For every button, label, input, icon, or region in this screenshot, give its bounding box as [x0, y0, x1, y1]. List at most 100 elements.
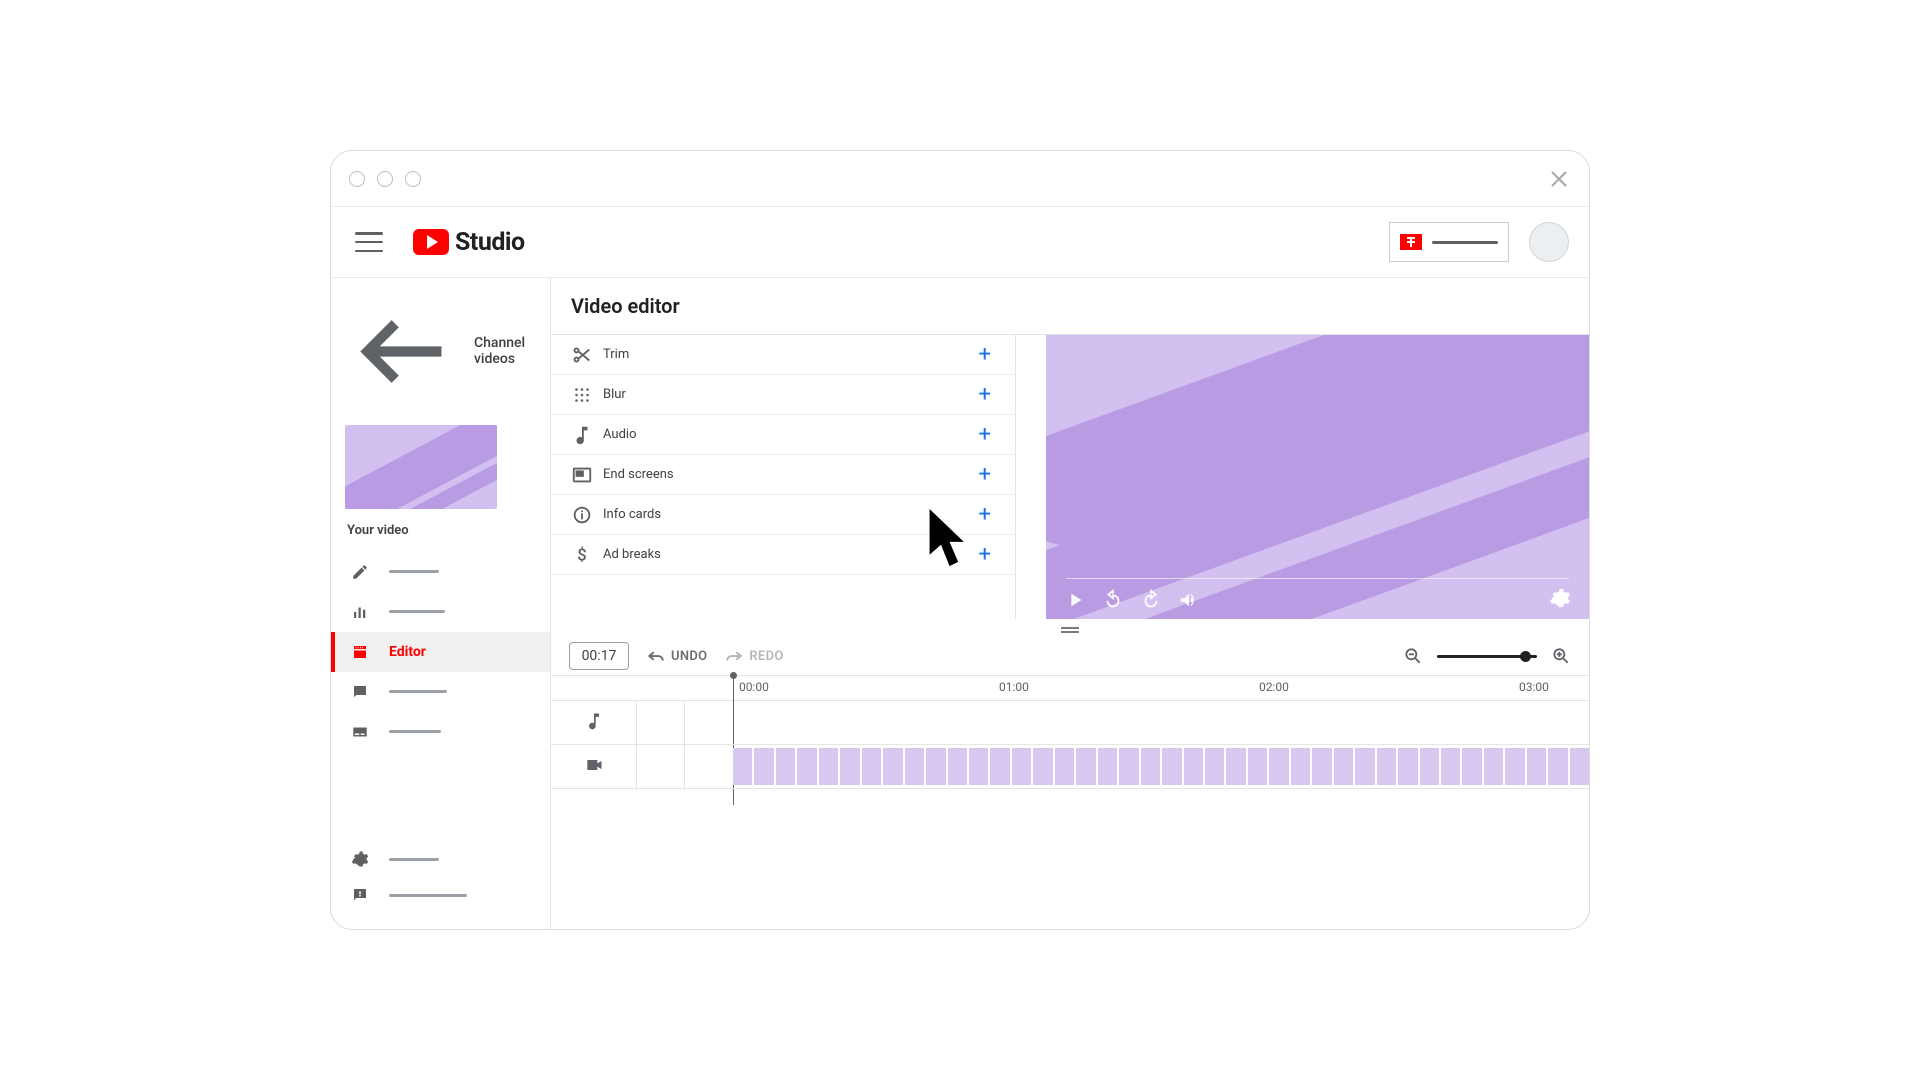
window-dot[interactable] [377, 171, 393, 187]
add-info-card-button[interactable]: + [975, 502, 995, 527]
sidebar-item-subtitles[interactable] [331, 712, 550, 752]
add-trim-button[interactable]: + [975, 342, 995, 367]
video-track[interactable] [551, 745, 1589, 789]
add-ad-break-button[interactable]: + [975, 542, 995, 567]
video-icon [584, 755, 604, 779]
tool-label: Ad breaks [603, 547, 661, 562]
tool-audio[interactable]: Audio + [551, 415, 1015, 455]
editor-top-area: Trim + Blur + Audio + [551, 335, 1589, 619]
rewind-icon[interactable] [1102, 589, 1124, 611]
info-icon [571, 504, 593, 526]
preview-area [1016, 335, 1589, 619]
sidebar-item-analytics[interactable] [331, 592, 550, 632]
resize-handle[interactable] [551, 619, 1589, 637]
video-clip-strip[interactable] [733, 748, 1589, 785]
undo-button[interactable]: UNDO [647, 649, 707, 664]
your-video-label: Your video [331, 517, 550, 552]
placeholder-line [389, 610, 445, 613]
video-thumbnail[interactable] [331, 417, 550, 517]
close-icon[interactable] [1547, 167, 1571, 191]
back-label: Channel videos [474, 335, 532, 367]
gear-icon [349, 850, 371, 868]
workspace: Channel videos Your video Editor [331, 278, 1589, 929]
blur-grid-icon [571, 384, 593, 406]
sidebar-item-comments[interactable] [331, 672, 550, 712]
volume-icon[interactable] [1178, 589, 1200, 611]
zoom-slider[interactable] [1437, 655, 1537, 658]
time-mark: 02:00 [1259, 680, 1289, 694]
add-blur-button[interactable]: + [975, 382, 995, 407]
add-end-screen-button[interactable]: + [975, 462, 995, 487]
undo-label: UNDO [671, 649, 707, 664]
zoom-out-icon[interactable] [1403, 646, 1423, 666]
undo-icon [647, 649, 665, 663]
arrow-left-icon [349, 296, 460, 407]
timeline-controls: UNDO REDO [551, 637, 1589, 675]
subtitles-icon [349, 723, 371, 741]
audio-track[interactable] [551, 701, 1589, 745]
tool-trim[interactable]: Trim + [551, 335, 1015, 375]
add-audio-button[interactable]: + [975, 422, 995, 447]
logo-text: Studio [455, 228, 525, 257]
analytics-icon [349, 603, 371, 621]
tool-end-screens[interactable]: End screens + [551, 455, 1015, 495]
scissors-icon [571, 344, 593, 366]
studio-logo[interactable]: Studio [413, 228, 525, 257]
youtube-icon [413, 229, 449, 255]
tool-info-cards[interactable]: Info cards + [551, 495, 1015, 535]
redo-button[interactable]: REDO [725, 649, 783, 664]
time-mark: 01:00 [999, 680, 1029, 694]
pencil-icon [349, 563, 371, 581]
comments-icon [349, 683, 371, 701]
placeholder-line [1432, 241, 1498, 244]
sidebar-item-settings[interactable] [331, 841, 550, 877]
feedback-icon [349, 886, 371, 904]
tool-label: Info cards [603, 507, 661, 522]
forward-icon[interactable] [1140, 589, 1162, 611]
tool-label: End screens [603, 467, 674, 482]
app-window: Studio Channel videos Your video [330, 150, 1590, 930]
tool-ad-breaks[interactable]: $ Ad breaks + [551, 535, 1015, 575]
progress-line[interactable] [1066, 578, 1569, 579]
dollar-icon: $ [571, 544, 593, 566]
zoom-in-icon[interactable] [1551, 646, 1571, 666]
tool-blur[interactable]: Blur + [551, 375, 1015, 415]
redo-label: REDO [749, 649, 783, 664]
sidebar-item-details[interactable] [331, 552, 550, 592]
avatar[interactable] [1529, 222, 1569, 262]
video-preview[interactable] [1046, 335, 1589, 619]
tool-label: Audio [603, 427, 636, 442]
svg-text:$: $ [577, 546, 586, 565]
window-dot[interactable] [349, 171, 365, 187]
app-header: Studio [331, 207, 1589, 277]
back-to-channel-videos[interactable]: Channel videos [331, 286, 550, 417]
sidebar-nav: Editor [331, 552, 550, 833]
sidebar-footer [331, 833, 550, 929]
tool-list: Trim + Blur + Audio + [551, 335, 1016, 619]
time-mark: 03:00 [1519, 680, 1549, 694]
end-screen-icon [571, 464, 593, 486]
timeline-ruler[interactable]: 00:00 01:00 02:00 03:00 [551, 675, 1589, 701]
placeholder-line [389, 570, 439, 573]
timecode-input[interactable] [569, 642, 629, 670]
gear-icon[interactable] [1549, 587, 1571, 609]
play-icon[interactable] [1064, 589, 1086, 611]
placeholder-line [389, 690, 447, 693]
menu-icon[interactable] [355, 232, 383, 252]
placeholder-line [389, 730, 441, 733]
window-controls [349, 171, 421, 187]
main-panel: Video editor Trim + Blur + [551, 278, 1589, 929]
titlebar [331, 151, 1589, 207]
window-dot[interactable] [405, 171, 421, 187]
music-note-icon [571, 424, 593, 446]
sidebar-item-feedback[interactable] [331, 877, 550, 913]
sidebar-item-editor[interactable]: Editor [331, 632, 550, 672]
placeholder-line [389, 894, 467, 897]
timeline-tracks [551, 701, 1589, 791]
placeholder-line [389, 858, 439, 861]
page-title: Video editor [551, 278, 1589, 334]
create-button[interactable] [1389, 222, 1509, 262]
music-note-icon [584, 711, 604, 735]
time-mark: 00:00 [739, 680, 769, 694]
camera-plus-icon [1400, 234, 1422, 250]
